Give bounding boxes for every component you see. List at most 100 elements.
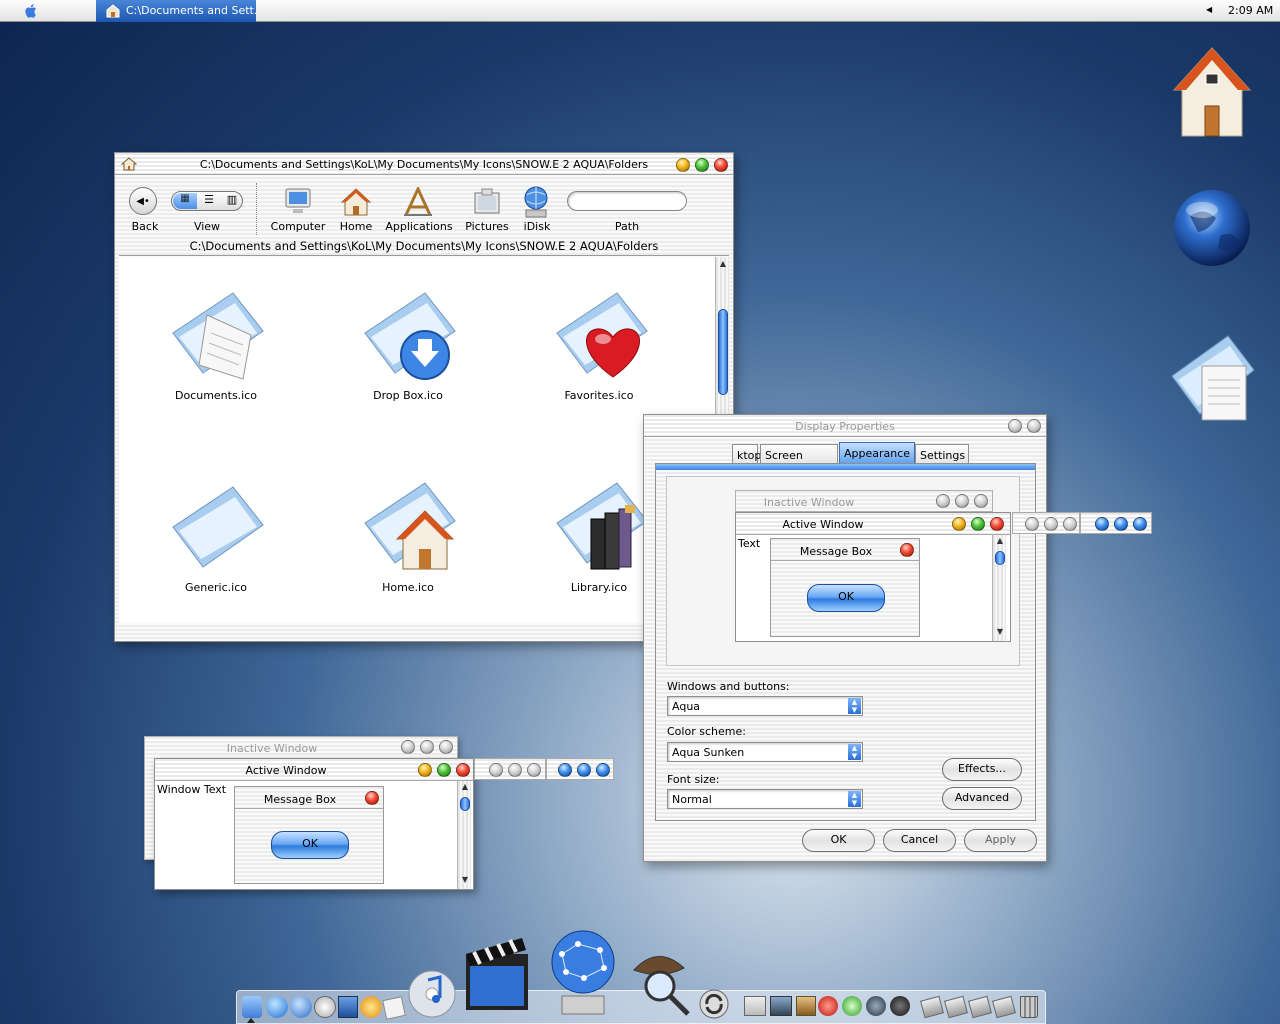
folder-home-icon[interactable]: [359, 475, 459, 571]
taskbar-window-button[interactable]: C:\Documents and Sett...: [96, 0, 256, 22]
dock-network-icon[interactable]: [290, 996, 312, 1018]
widget-graphite-buttons: [474, 758, 546, 780]
graphite-dot-icon: [489, 763, 503, 777]
clock: 2:09 AM: [1228, 4, 1274, 17]
preview-scrollbar: ▲ ▼: [992, 535, 1006, 641]
dock-compass-icon[interactable]: [314, 996, 336, 1018]
file-label[interactable]: Generic.ico: [141, 581, 291, 594]
apply-button[interactable]: Apply: [964, 829, 1037, 852]
dock-sync-icon[interactable]: [698, 988, 730, 1020]
dock-itunes-icon[interactable]: [406, 968, 458, 1020]
explorer-window: C:\Documents and Settings\KoL\My Documen…: [114, 152, 734, 642]
pictures-icon[interactable]: [472, 187, 502, 217]
folder-dropbox-icon[interactable]: [359, 285, 459, 381]
dock-ie-icon[interactable]: [266, 996, 288, 1018]
path-input[interactable]: [567, 191, 687, 211]
dock-notes-icon[interactable]: [382, 996, 406, 1020]
tab-appearance[interactable]: Appearance: [839, 442, 915, 464]
dock-sherlock-icon[interactable]: [628, 946, 692, 1018]
apple-menu-icon[interactable]: [22, 2, 40, 20]
scroll-up-icon[interactable]: ▲: [716, 259, 730, 271]
dock-docs-icon[interactable]: [744, 996, 766, 1016]
home-icon[interactable]: [341, 187, 371, 217]
widget-inactive-minimize: [401, 740, 415, 754]
ok-button[interactable]: OK: [802, 829, 875, 852]
tray-expand-icon[interactable]: ◀: [1206, 5, 1212, 14]
dock-network-globe-icon[interactable]: [548, 928, 618, 1020]
file-label[interactable]: Home.ico: [333, 581, 483, 594]
taskbar-window-title: C:\Documents and Sett...: [126, 4, 256, 17]
preview-message-box-title: Message Box: [799, 545, 873, 558]
applications-label[interactable]: Applications: [383, 220, 455, 233]
close-button[interactable]: [714, 158, 728, 172]
color-scheme-label: Color scheme:: [667, 725, 746, 738]
help-button[interactable]: [1008, 419, 1022, 433]
applications-icon[interactable]: [402, 187, 434, 217]
windows-and-buttons-value: Aqua: [672, 700, 701, 713]
icon-view-icon[interactable]: ▦: [173, 193, 197, 209]
scroll-down-icon: ▼: [996, 627, 1004, 636]
dock-trash-icon[interactable]: [1020, 996, 1038, 1018]
idisk-label[interactable]: iDisk: [517, 220, 557, 233]
desktop-globe-icon[interactable]: [1170, 186, 1254, 272]
tab-desktop[interactable]: ktop: [732, 444, 761, 464]
graphite-dot-icon: [1025, 517, 1039, 531]
display-properties-titlebar[interactable]: Display Properties: [644, 415, 1046, 437]
dock-search-icon[interactable]: [360, 996, 382, 1018]
dock-go-icon[interactable]: [842, 996, 862, 1016]
computer-label[interactable]: Computer: [267, 220, 329, 233]
back-arrow-icon: ◀•: [136, 196, 150, 207]
dock-mail-icon[interactable]: [866, 996, 886, 1016]
dock-stop-icon[interactable]: [818, 996, 838, 1016]
color-scheme-value: Aqua Sunken: [672, 746, 745, 759]
preview-inactive-minimize: [936, 494, 950, 508]
folder-library-icon[interactable]: [551, 475, 651, 571]
back-button[interactable]: ◀•: [129, 187, 157, 215]
preview-active-zoom: [971, 517, 985, 531]
scroll-thumb[interactable]: [718, 309, 728, 395]
column-view-icon[interactable]: ▥: [221, 193, 243, 209]
tab-screen-saver[interactable]: Screen Saver: [760, 444, 838, 475]
scroll-up-icon: ▲: [996, 536, 1004, 545]
cancel-button[interactable]: Cancel: [883, 829, 956, 852]
zoom-button[interactable]: [695, 158, 709, 172]
dock-imovie-icon[interactable]: [460, 936, 532, 1020]
effects-button[interactable]: Effects...: [942, 758, 1022, 781]
dock-finder-icon[interactable]: [242, 996, 262, 1018]
dock-media-icon[interactable]: [890, 996, 910, 1016]
preview-active-minimize: [952, 517, 966, 531]
widget-active-zoom: [437, 763, 451, 777]
folder-documents-icon[interactable]: [167, 285, 267, 381]
pictures-label[interactable]: Pictures: [463, 220, 511, 233]
windows-and-buttons-select[interactable]: Aqua ▲ ▼: [667, 696, 863, 716]
widget-message-box-titlebar: Message Box: [235, 787, 383, 809]
folder-favorites-icon[interactable]: [551, 285, 651, 381]
widget-inactive-close: [439, 740, 453, 754]
dock-photos-icon[interactable]: [770, 996, 792, 1016]
explorer-titlebar[interactable]: C:\Documents and Settings\KoL\My Documen…: [115, 153, 733, 175]
file-label[interactable]: Drop Box.ico: [333, 389, 483, 402]
close-button[interactable]: [1027, 419, 1041, 433]
file-label[interactable]: Documents.ico: [141, 389, 291, 402]
tab-settings[interactable]: Settings: [915, 444, 969, 464]
list-view-icon[interactable]: ☰: [198, 193, 220, 209]
color-scheme-select[interactable]: Aqua Sunken ▲ ▼: [667, 742, 863, 762]
scroll-up-icon: ▲: [461, 782, 469, 791]
view-segmented-control: ▦ ☰ ▥: [171, 191, 243, 211]
toolbar-separator: [256, 183, 257, 235]
advanced-button[interactable]: Advanced: [942, 787, 1022, 810]
preview-inactive-title: Inactive Window: [763, 496, 855, 509]
dock-books-icon[interactable]: [796, 996, 816, 1016]
desktop-documents-folder-icon[interactable]: [1168, 330, 1258, 426]
home-label[interactable]: Home: [333, 220, 379, 233]
dock-app-icon[interactable]: [338, 996, 358, 1018]
idisk-icon[interactable]: [521, 185, 551, 219]
desktop-home-icon[interactable]: [1172, 44, 1252, 140]
computer-icon[interactable]: [283, 187, 313, 217]
minimize-button[interactable]: [676, 158, 690, 172]
folder-generic-icon[interactable]: [167, 479, 267, 569]
font-size-select[interactable]: Normal ▲ ▼: [667, 789, 863, 809]
preview-window-text: Text: [738, 537, 761, 550]
widget-blue-buttons: [546, 758, 614, 780]
file-label[interactable]: Favorites.ico: [524, 389, 674, 402]
